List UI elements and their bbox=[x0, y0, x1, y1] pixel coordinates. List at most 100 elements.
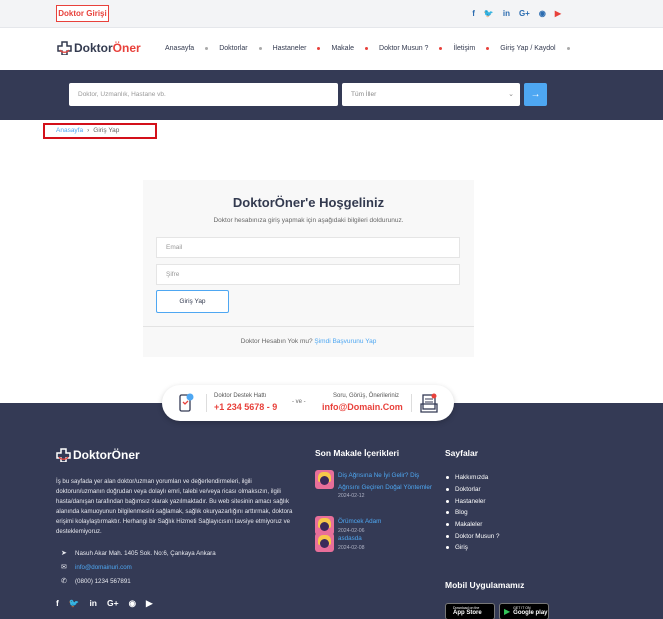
article-item[interactable]: asdasda 2024-02-08 bbox=[315, 533, 365, 552]
envelope-icon: ✉ bbox=[61, 564, 67, 571]
footer-link-are-you-doctor[interactable]: Doktor Musun ? bbox=[446, 530, 499, 542]
nav-separator bbox=[258, 47, 262, 50]
footer-about-text: İş bu sayfada yer alan doktor/uzman yoru… bbox=[56, 478, 293, 536]
phone-icon: ✆ bbox=[61, 578, 67, 585]
google-plus-icon[interactable]: G+ bbox=[519, 9, 530, 18]
footer-logo[interactable]: Doktor Öner bbox=[56, 448, 140, 462]
city-select-value: Tüm İller bbox=[351, 91, 377, 98]
pill-and-text: - ve - bbox=[292, 399, 306, 405]
footer-address-text: Nasuh Akar Mah. 1405 Sok. No:6, Çankaya … bbox=[75, 549, 216, 557]
login-subtitle: Doktor hesabınıza giriş yapmak için aşağ… bbox=[213, 217, 404, 224]
chevron-down-icon: ⌄ bbox=[508, 91, 514, 98]
footer-link-doctors[interactable]: Doktorlar bbox=[446, 484, 499, 496]
article-title[interactable]: Örümcek Adam bbox=[338, 516, 381, 528]
pill-divider bbox=[206, 394, 207, 412]
article-title[interactable]: asdasda bbox=[338, 533, 365, 545]
top-social-links: f 🐦 in G+ ◉ ▶ bbox=[472, 9, 561, 18]
contact-email[interactable]: info@Domain.Com bbox=[322, 402, 403, 412]
youtube-icon[interactable]: ▶ bbox=[146, 598, 153, 609]
location-arrow-icon: ➤ bbox=[61, 550, 67, 557]
footer-logo-text-doktor: Doktor bbox=[73, 448, 112, 462]
pill-divider bbox=[411, 394, 412, 412]
google-plus-icon[interactable]: G+ bbox=[107, 598, 119, 609]
footer-email-link[interactable]: info@domainuri.com bbox=[75, 564, 132, 571]
app-store-big-text: App Store bbox=[453, 610, 482, 616]
contact-label: Soru, Görüş, Önerileriniz bbox=[333, 393, 400, 399]
main-menu: Anasayfa Doktorlar Hastaneler Makale Dok… bbox=[165, 45, 581, 52]
top-bar: Doktor Girişi f 🐦 in G+ ◉ ▶ bbox=[0, 0, 663, 28]
nav-separator bbox=[317, 47, 321, 50]
nav-item-are-you-doctor[interactable]: Doktor Musun ? bbox=[379, 45, 428, 52]
mobile-app-heading: Mobil Uygulamamız bbox=[445, 580, 525, 590]
search-input[interactable]: Doktor, Uzmanlık, Hastane vb. bbox=[69, 83, 338, 106]
youtube-icon[interactable]: ▶ bbox=[555, 9, 561, 18]
hotline-label: Doktor Destek Hattı bbox=[214, 393, 267, 399]
login-title: DoktorÖner'e Hoşgeliniz bbox=[232, 195, 385, 210]
article-title[interactable]: Diş Ağrısına Ne İyi Gelir? Diş Ağrısını … bbox=[338, 470, 442, 493]
nav-separator bbox=[205, 47, 209, 50]
footer-social-links: f 🐦 in G+ ◉ ▶ bbox=[56, 598, 153, 609]
doctor-login-button[interactable]: Doktor Girişi bbox=[56, 5, 109, 22]
footer-phone-text[interactable]: (0800) 1234 567891 bbox=[75, 578, 131, 585]
nav-item-hospitals[interactable]: Hastaneler bbox=[273, 45, 307, 52]
breadcrumb-home[interactable]: Anasayfa bbox=[56, 127, 83, 134]
nav-item-login-register[interactable]: Giriş Yap / Kaydol bbox=[500, 45, 555, 52]
twitter-icon[interactable]: 🐦 bbox=[69, 598, 80, 609]
facebook-icon[interactable]: f bbox=[472, 9, 475, 18]
google-play-badge[interactable]: ▶ GET IT ON Google play bbox=[499, 603, 549, 619]
footer-email: ✉ info@domainuri.com bbox=[61, 563, 132, 572]
login-card: DoktorÖner'e Hoşgeliniz Doktor hesabınız… bbox=[143, 180, 474, 357]
footer-link-articles[interactable]: Makaleler bbox=[446, 519, 499, 531]
nav-item-contact[interactable]: İletişim bbox=[453, 45, 475, 52]
nav-separator bbox=[486, 47, 490, 50]
app-store-badge[interactable]: Download on the App Store bbox=[445, 603, 495, 619]
apply-now-link[interactable]: Şimdi Başvurunu Yap bbox=[314, 338, 376, 345]
search-band: Doktor, Uzmanlık, Hastane vb. Tüm İller … bbox=[0, 70, 663, 120]
footer-logo-text-oner: Öner bbox=[111, 448, 140, 462]
document-mail-icon bbox=[420, 393, 438, 413]
main-navbar: Doktor Öner Anasayfa Doktorlar Hastaneler… bbox=[0, 28, 663, 70]
google-play-big-text: Google play bbox=[513, 610, 548, 616]
facebook-icon[interactable]: f bbox=[56, 598, 59, 609]
medical-cross-icon bbox=[56, 448, 71, 462]
article-item[interactable]: Diş Ağrısına Ne İyi Gelir? Diş Ağrısını … bbox=[315, 470, 442, 500]
no-account-text: Doktor Hesabın Yok mu? bbox=[240, 338, 313, 345]
footer-address: ➤ Nasuh Akar Mah. 1405 Sok. No:6, Çankay… bbox=[61, 549, 216, 558]
logo-text-doktor: Doktor bbox=[74, 41, 113, 55]
password-field[interactable]: Şifre bbox=[156, 264, 460, 285]
arrow-right-icon: → bbox=[530, 89, 541, 100]
nav-item-article[interactable]: Makale bbox=[331, 45, 354, 52]
article-date: 2024-02-12 bbox=[338, 493, 365, 499]
nav-separator bbox=[365, 47, 369, 50]
login-submit-button[interactable]: Giriş Yap bbox=[156, 290, 229, 313]
google-play-icon: ▶ bbox=[504, 607, 511, 616]
footer-link-login[interactable]: Giriş bbox=[446, 542, 499, 554]
city-select[interactable]: Tüm İller ⌄ bbox=[342, 83, 520, 106]
twitter-icon[interactable]: 🐦 bbox=[484, 9, 494, 18]
rss-icon[interactable]: ◉ bbox=[129, 598, 136, 609]
linkedin-icon[interactable]: in bbox=[89, 598, 97, 609]
articles-heading: Son Makale İçerikleri bbox=[315, 448, 400, 458]
nav-separator bbox=[566, 47, 570, 50]
hotline-value[interactable]: +1 234 5678 - 9 bbox=[214, 402, 277, 412]
search-button[interactable]: → bbox=[524, 83, 547, 106]
article-date: 2024-02-08 bbox=[338, 544, 365, 551]
site-logo[interactable]: Doktor Öner bbox=[57, 41, 141, 55]
logo-text-oner: Öner bbox=[112, 41, 141, 55]
footer-link-hospitals[interactable]: Hastaneler bbox=[446, 495, 499, 507]
card-divider bbox=[143, 326, 474, 327]
email-field[interactable]: Email bbox=[156, 237, 460, 258]
register-prompt: Doktor Hesabın Yok mu? Şimdi Başvurunu Y… bbox=[143, 338, 474, 345]
breadcrumb: Anasayfa › Giriş Yap bbox=[43, 123, 157, 139]
nav-item-home[interactable]: Anasayfa bbox=[165, 45, 194, 52]
nav-item-doctors[interactable]: Doktorlar bbox=[219, 45, 247, 52]
phone-support-icon bbox=[179, 393, 194, 412]
footer-link-blog[interactable]: Blog bbox=[446, 507, 499, 519]
linkedin-icon[interactable]: in bbox=[503, 9, 510, 18]
article-thumbnail bbox=[315, 470, 334, 489]
rss-icon[interactable]: ◉ bbox=[539, 9, 546, 18]
footer-phone: ✆ (0800) 1234 567891 bbox=[61, 577, 131, 586]
chevron-right-icon: › bbox=[87, 127, 90, 134]
medical-cross-icon bbox=[57, 41, 72, 55]
footer-link-about[interactable]: Hakkımızda bbox=[446, 472, 499, 484]
